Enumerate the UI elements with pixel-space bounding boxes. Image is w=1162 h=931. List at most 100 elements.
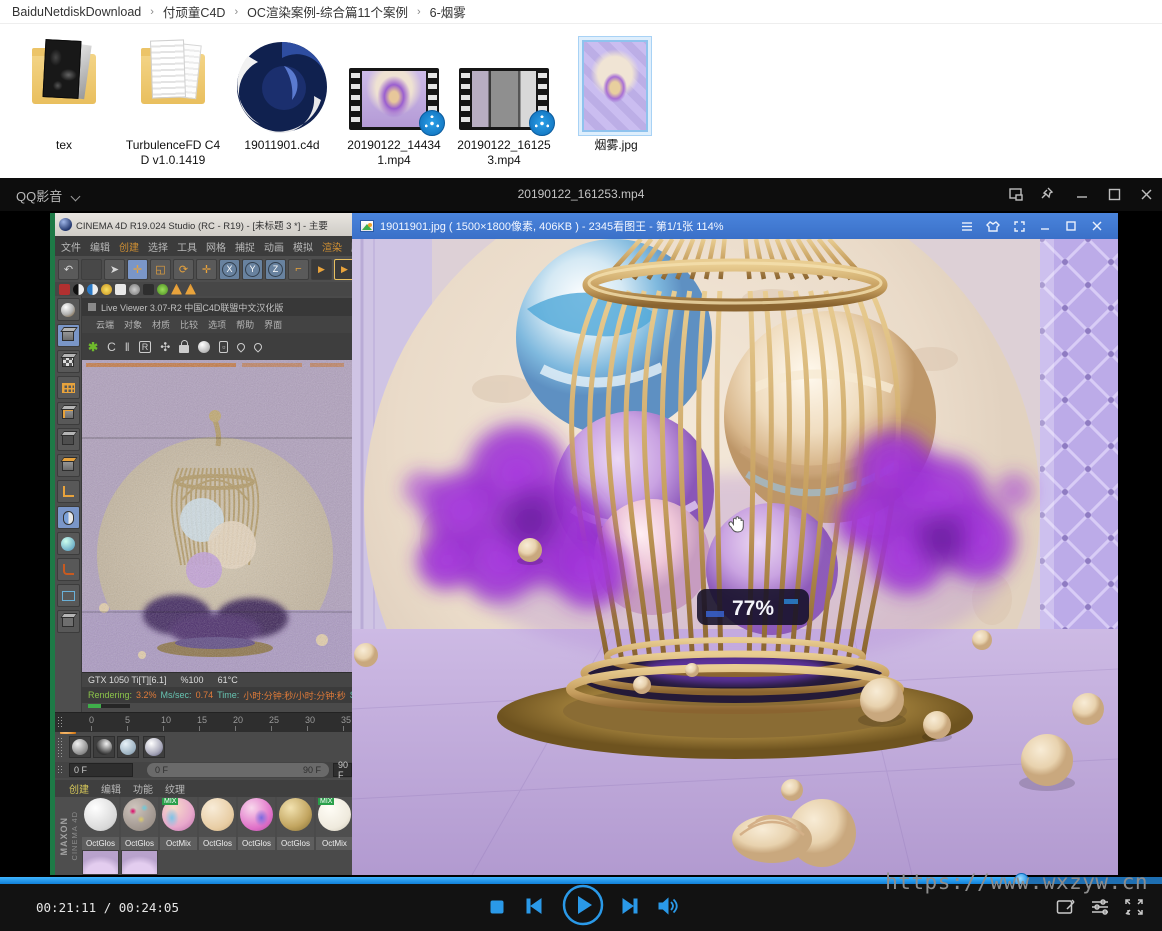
live-viewer-toolbar: ✱ C ‖ R ✣ ▫: [82, 333, 352, 360]
close-button[interactable]: [1132, 182, 1160, 206]
material-item: MIXOctMix: [316, 797, 352, 850]
pause-icon: ‖: [125, 340, 130, 354]
video-title: 20190122_161253.mp4: [0, 187, 1162, 201]
record-icon: [59, 284, 70, 295]
flag-icon: [171, 284, 182, 295]
live-viewer-menubar: 云端 对象 材质 比较 选项 帮助 界面: [82, 316, 352, 333]
edges-mode-icon: [57, 428, 80, 451]
file-label: 20190122_144341.mp4: [338, 138, 450, 168]
material-item: OctGlos: [277, 797, 314, 850]
blue-sphere-icon: [87, 284, 98, 295]
last-tool-icon: ✛: [196, 259, 217, 280]
mssec-value: 0.74: [196, 690, 214, 700]
seashell: [732, 815, 812, 863]
playlist-settings-button[interactable]: [1090, 898, 1110, 921]
slider-start-label: 0 F: [155, 765, 168, 775]
pin-icon: [253, 341, 264, 352]
tile-icon: [57, 584, 80, 607]
region-render-icon: R: [139, 341, 152, 353]
gpu-load: %100: [181, 675, 204, 685]
material-item: OctGlos: [238, 797, 275, 850]
render-status-bar: Rendering: 3.2% Ms/sec: 0.74 Time: 小时:分钟…: [82, 687, 352, 703]
percent-display: 77%: [697, 589, 809, 625]
flag-icon: [185, 284, 196, 295]
light-icon: [101, 284, 112, 295]
file-tex[interactable]: tex: [8, 32, 120, 153]
lv-menu-item: 材质: [152, 318, 170, 331]
maximize-icon: [1058, 216, 1084, 236]
player-titlebar[interactable]: QQ影音 20190122_161253.mp4: [0, 178, 1162, 211]
file-mp4-2[interactable]: 20190122_161253.mp4: [448, 32, 560, 168]
grip-handle: [57, 737, 64, 757]
previous-button[interactable]: [524, 897, 544, 915]
c4d-logo-icon: [59, 218, 72, 231]
minimize-button[interactable]: [1068, 182, 1096, 206]
file-jpg-selected[interactable]: 烟雾.jpg: [560, 32, 672, 153]
panel-icon: [88, 303, 96, 311]
folder-icon: [8, 32, 120, 138]
viewport-solo-icon: [57, 506, 80, 529]
rendering-value: 3.2%: [136, 690, 157, 700]
breadcrumb-separator: ›: [417, 6, 421, 18]
axis-z-lock: Z: [265, 259, 286, 280]
timeline-ruler: 0 5 10 15 20 25 30 35: [55, 712, 352, 732]
ruler-tick: 30: [305, 715, 315, 725]
render-progress-bar: [88, 704, 130, 708]
minimize-icon: [1032, 216, 1058, 236]
breadcrumb-separator: ›: [234, 6, 238, 18]
graph-icon: [57, 610, 80, 633]
rendering-label: Rendering:: [88, 690, 132, 700]
breadcrumb-item[interactable]: 付顽童C4D: [163, 2, 226, 21]
move-tool-icon: ✛: [127, 259, 148, 280]
breadcrumb-item[interactable]: OC渲染案例-综合篇11个案例: [247, 2, 408, 21]
screenshot-button[interactable]: [1056, 898, 1076, 921]
screen: BaiduNetdiskDownload › 付顽童C4D › OC渲染案例-综…: [0, 0, 1162, 931]
c4d-menubar: 文件 编辑 创建 选择 工具 网格 捕捉 动画 模拟 渲染 雕刻: [55, 236, 352, 256]
viewer-titlebar: 19011901.jpg ( 1500×1800像素, 406KB ) - 23…: [352, 213, 1118, 239]
scale-tool-icon: ◱: [150, 259, 171, 280]
material-item: MIXOctMix: [160, 797, 197, 850]
file-mp4-1[interactable]: 20190122_144341.mp4: [338, 32, 450, 168]
c4d-file-icon: [226, 32, 338, 138]
file-label: 19011901.c4d: [226, 138, 338, 153]
ruler-tick: 15: [197, 715, 207, 725]
c4d-toolbar: ↶ ➤ ✛ ◱ ⟳ ✛ X Y Z ⌐ ▶ ▶: [55, 256, 352, 282]
shading-sphere-icon: [117, 736, 139, 758]
stop-button[interactable]: [489, 899, 505, 915]
undo-icon: ↶: [58, 259, 79, 280]
menu-icon: [954, 216, 980, 236]
file-turbulencefd[interactable]: TurbulenceFD C4D v1.0.1419: [117, 32, 229, 168]
video-display-area[interactable]: CINEMA 4D R19.024 Studio (RC - R19) - [未…: [0, 211, 1162, 877]
mini-mode-button[interactable]: [1002, 182, 1030, 206]
fullscreen-button[interactable]: [1124, 898, 1144, 921]
maxon-branding: MAXONCINEMA 4D: [55, 797, 82, 875]
maximize-button[interactable]: [1100, 182, 1128, 206]
env-icon: [143, 284, 154, 295]
frame-range-row: 0 F 0 F 90 F 90 F: [55, 762, 352, 778]
fullscreen-icon: [1006, 216, 1032, 236]
slider-end-label: 90 F: [303, 765, 321, 775]
cinema4d-window-in-video: CINEMA 4D R19.024 Studio (RC - R19) - [未…: [55, 213, 352, 875]
ruler-tick: 35: [341, 715, 351, 725]
pin-button[interactable]: [1034, 182, 1062, 206]
file-label: TurbulenceFD C4D v1.0.1419: [117, 138, 229, 168]
breadcrumb-item[interactable]: BaiduNetdiskDownload: [12, 5, 141, 19]
file-c4d[interactable]: 19011901.c4d: [226, 32, 338, 153]
next-button[interactable]: [620, 897, 640, 915]
ruler-tick: 0: [89, 715, 94, 725]
lock-icon: [179, 345, 189, 353]
lv-menu-item: 选项: [208, 318, 226, 331]
breadcrumb-item[interactable]: 6-烟雾: [430, 2, 466, 21]
volume-button[interactable]: [657, 897, 679, 915]
bw-sphere-icon: [73, 284, 84, 295]
material-ball-icon: [198, 341, 210, 353]
mssec-label: Ms/sec:: [161, 690, 192, 700]
movie-badge-icon: [529, 110, 555, 136]
c4d-menu-item: 文件: [61, 239, 81, 254]
play-button[interactable]: [561, 883, 605, 927]
ruler-tick: 10: [161, 715, 171, 725]
file-label: 烟雾.jpg: [560, 138, 672, 153]
c4d-menu-item: 选择: [148, 239, 168, 254]
shading-sphere-icon: [143, 736, 165, 758]
live-viewer-title-text: Live Viewer 3.07-R2 中国C4D联盟中文汉化版: [101, 301, 283, 314]
